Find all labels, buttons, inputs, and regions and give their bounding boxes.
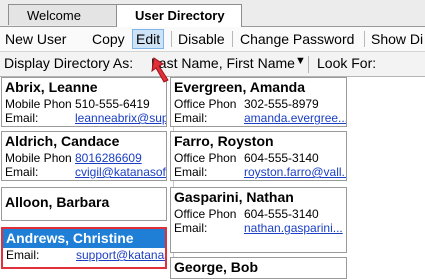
contact-name: Aldrich, Candace [5,133,120,149]
field-label: Office Phon [174,207,237,221]
contact-card-abrix[interactable]: Abrix, Leanne Mobile Phon 510-555-6419 Em… [1,77,167,127]
phone-value: 510-555-6419 [75,97,150,111]
email-link[interactable]: royston.farro@vall... [244,165,346,179]
display-separator [308,56,309,73]
contact-card-farro[interactable]: Farro, Royston Office Phon 604-555-3140 E… [170,131,347,181]
email-link[interactable]: amanda.evergree... [244,111,346,125]
field-label: Email: [174,165,208,179]
email-link[interactable]: cvigil@katanasoft... [75,165,166,179]
tab-bar: Welcome Page User Directory [0,0,425,44]
email-link[interactable]: leanneabrix@sup... [75,111,166,125]
look-for-label: Look For: [317,55,377,71]
contact-name: Gasparini, Nathan [174,189,294,205]
contact-card-gasparini[interactable]: Gasparini, Nathan Office Phon 604-555-314… [170,187,347,253]
contact-name: Alloon, Barbara [5,194,110,210]
field-label: Mobile Phon [5,151,72,165]
contact-name: Andrews, Christine [3,229,165,248]
email-link[interactable]: nathan.gasparini... [244,221,343,235]
edit-button[interactable]: Edit [132,29,165,49]
contact-card-andrews[interactable]: Andrews, Christine Email: support@katanas… [1,227,167,269]
contact-card-alloon[interactable]: Alloon, Barbara [1,187,167,221]
field-label: Office Phon [174,97,237,111]
email-link[interactable]: support@katanas... [76,248,165,262]
contact-card-evergreen[interactable]: Evergreen, Amanda Office Phon 302-555-897… [170,77,347,127]
disable-button[interactable]: Disable [175,29,228,49]
contact-name: George, Bob [174,259,259,275]
change-password-button[interactable]: Change Password [237,29,357,49]
field-label: Email: [174,221,208,235]
phone-value: 604-555-3140 [244,207,319,221]
toolbar: New User Copy Edit Disable Change Passwo… [0,27,425,51]
contact-name: Abrix, Leanne [5,79,98,95]
field-label: Email: [5,165,39,179]
contact-card-aldrich[interactable]: Aldrich, Candace Mobile Phon 8016286609 E… [1,131,167,181]
copy-button[interactable]: Copy [89,29,128,49]
display-as-label: Display Directory As: [4,55,134,71]
phone-value: 604-555-3140 [244,151,319,165]
contact-name: Evergreen, Amanda [174,79,305,95]
new-user-button[interactable]: New User [2,29,69,49]
phone-value: 302-555-8979 [244,97,319,111]
show-button[interactable]: Show Di [368,29,425,49]
field-label: Email: [6,248,40,262]
contact-name: Farro, Royston [174,133,274,149]
chevron-down-icon[interactable]: ▼ [295,55,306,67]
field-label: Email: [5,111,39,125]
tab-user-directory[interactable]: User Directory [116,4,242,27]
pointer-arrow-icon [151,57,169,83]
phone-link[interactable]: 8016286609 [75,151,142,165]
tab-welcome-page[interactable]: Welcome Page [8,4,122,44]
field-label: Email: [174,111,208,125]
field-label: Office Phon [174,151,237,165]
toolbar-separator [171,31,172,47]
field-label: Mobile Phon [5,97,72,111]
toolbar-separator [232,31,233,47]
toolbar-separator [364,31,365,47]
display-bar: Display Directory As: Last Name, First N… [0,51,425,77]
